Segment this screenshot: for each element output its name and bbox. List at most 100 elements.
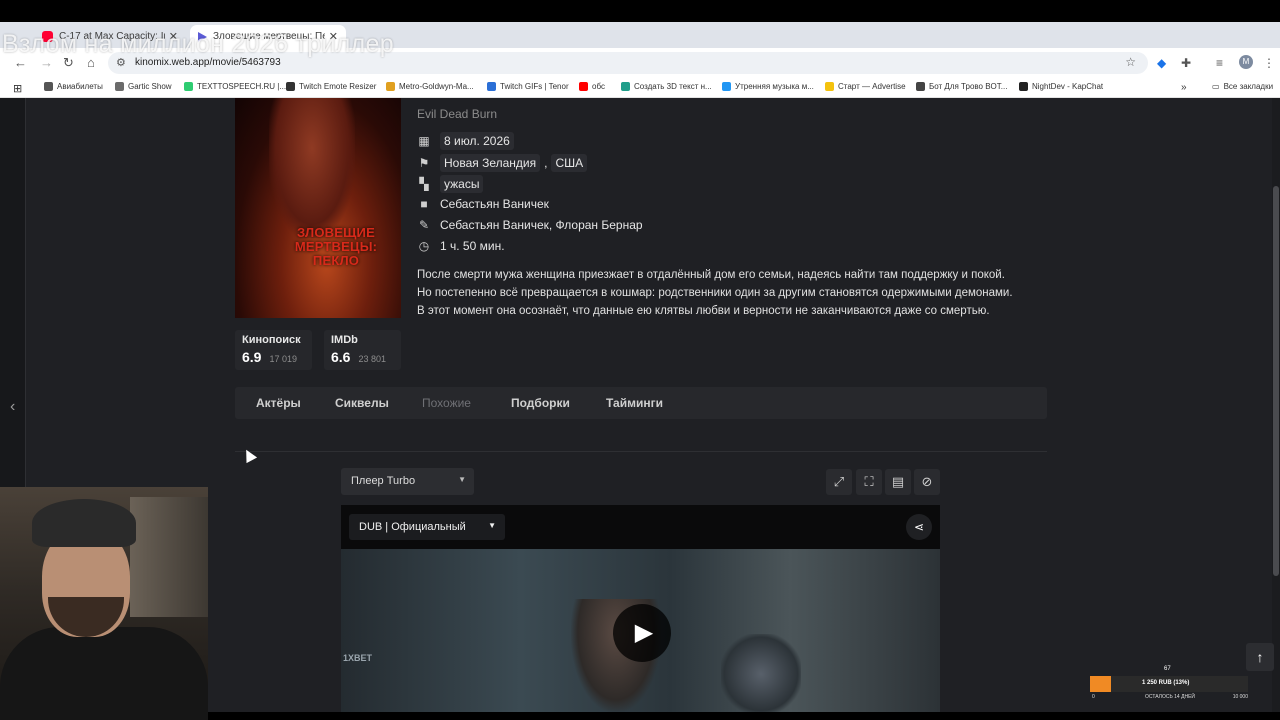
dub-select-label: DUB | Официальный bbox=[359, 521, 466, 533]
movie-poster: ЗЛОВЕЩИЕ МЕРТВЕЦЫ: ПЕКЛО bbox=[235, 98, 401, 318]
webcam-overlay bbox=[0, 487, 208, 720]
webcam-person-cap bbox=[32, 499, 136, 547]
rating-votes: 17 019 bbox=[269, 354, 297, 364]
bookmark-item[interactable]: Metro-Goldwyn-Ma... bbox=[386, 82, 474, 91]
description-line: В этот момент она осознаёт, что данные е… bbox=[417, 305, 990, 317]
duration-row: ◷ 1 ч. 50 мин. bbox=[417, 239, 505, 253]
flag-icon: ⚑ bbox=[418, 156, 430, 170]
country-row: ⚑ Новая Зеландия , США bbox=[417, 154, 588, 172]
director: Себастьян Ваничек bbox=[440, 197, 549, 211]
donation-goal-widget: 67 1 250 RUB (13%) 0 ОСТАЛОСЬ 14 ДНЕЙ 10… bbox=[1090, 666, 1248, 700]
movie-tabs: Актёры Сиквелы Похожие Подборки Тайминги bbox=[235, 387, 1047, 419]
tab-sequels[interactable]: Сиквелы bbox=[335, 396, 389, 410]
bookmark-favicon-icon bbox=[825, 82, 834, 91]
bookmark-favicon-icon bbox=[1019, 82, 1028, 91]
tab-actors[interactable]: Актёры bbox=[256, 396, 301, 410]
all-bookmarks[interactable]: ▭ Все закладки bbox=[1212, 82, 1273, 91]
clock-icon: ◷ bbox=[418, 239, 430, 253]
bookmark-favicon-icon bbox=[115, 82, 124, 91]
video-player[interactable]: DUB | Официальный ▼ ⋖ 1XBET ▶ bbox=[341, 505, 940, 712]
chevron-down-icon: ▼ bbox=[488, 521, 496, 530]
original-title: Evil Dead Burn bbox=[417, 107, 498, 121]
bookmark-item[interactable]: Старт — Advertise bbox=[825, 82, 906, 91]
bookmark-item[interactable]: TEXTTOSPEECH.RU |... bbox=[184, 82, 286, 91]
bookmark-item[interactable]: Бот Для Трово BOT... bbox=[916, 82, 1007, 91]
webcam-background bbox=[130, 497, 208, 617]
donation-max: 10 000 bbox=[1232, 694, 1248, 700]
expand-icon[interactable]: ⤢ bbox=[826, 469, 852, 495]
genre-link[interactable]: ужасы bbox=[440, 175, 484, 193]
more-bookmarks-icon[interactable]: » bbox=[1181, 82, 1187, 93]
chevron-left-icon[interactable]: ‹ bbox=[10, 398, 15, 416]
stream-overlay-title: Взлом на миллион 2026 триллер bbox=[2, 30, 394, 58]
webcam-person-body bbox=[0, 627, 208, 720]
dub-select[interactable]: DUB | Официальный ▼ bbox=[349, 514, 505, 540]
player-select-label: Плеер Turbo bbox=[351, 475, 416, 487]
tab-similar[interactable]: Похожие bbox=[422, 396, 471, 410]
bookmark-item[interactable]: Создать 3D текст н... bbox=[621, 82, 712, 91]
bookmark-item[interactable]: обс bbox=[579, 82, 605, 91]
bookmark-favicon-icon bbox=[579, 82, 588, 91]
bookmark-item[interactable]: Gartic Show bbox=[115, 82, 172, 91]
rating-imdb[interactable]: IMDb 6.6 23 801 bbox=[324, 330, 401, 370]
top-black-bar bbox=[0, 0, 1280, 22]
bookmark-item[interactable]: Авиабилеты bbox=[44, 82, 103, 91]
bookmark-favicon-icon bbox=[386, 82, 395, 91]
bookmark-favicon-icon bbox=[184, 82, 193, 91]
writers-row: ✎ Себастьян Ваничек, Флоран Бернар bbox=[417, 218, 643, 232]
rating-kinopoisk[interactable]: Кинопоиск 6.9 17 019 bbox=[235, 330, 312, 370]
rating-source: Кинопоиск bbox=[242, 334, 301, 346]
director-row: ■ Себастьян Ваничек bbox=[417, 197, 549, 211]
bookmark-item[interactable]: Twitch GIFs | Tenor bbox=[487, 82, 569, 91]
release-date-row: ▦ 8 июл. 2026 bbox=[417, 132, 514, 150]
rating-value: 6.9 bbox=[242, 349, 262, 365]
bookmark-favicon-icon bbox=[722, 82, 731, 91]
separator: , bbox=[544, 156, 548, 170]
description-line: После смерти мужа женщина приезжает в от… bbox=[417, 269, 1005, 281]
tab-timings[interactable]: Тайминги bbox=[606, 396, 663, 410]
country-link[interactable]: США bbox=[551, 154, 588, 172]
poster-title: ЗЛОВЕЩИЕ МЕРТВЕЦЫ: ПЕКЛО bbox=[294, 225, 378, 268]
link-icon[interactable]: ⊘ bbox=[914, 469, 940, 495]
scrollbar[interactable] bbox=[1272, 98, 1280, 712]
donation-min: 0 bbox=[1092, 694, 1095, 700]
scrollbar-thumb[interactable] bbox=[1273, 186, 1279, 576]
tab-collections[interactable]: Подборки bbox=[511, 396, 570, 410]
donation-days-left: ОСТАЛОСЬ 14 ДНЕЙ bbox=[1145, 694, 1195, 700]
bookmark-star-icon[interactable]: ☆ bbox=[1125, 55, 1136, 69]
bookmark-item[interactable]: NightDev - KapChat bbox=[1019, 82, 1103, 91]
bottom-black-strip bbox=[208, 712, 1280, 720]
media-control-icon[interactable]: ≡ bbox=[1216, 56, 1223, 70]
player-select[interactable]: Плеер Turbo ▼ bbox=[341, 468, 474, 495]
chevron-down-icon: ▼ bbox=[458, 475, 466, 484]
pen-icon: ✎ bbox=[418, 218, 430, 232]
menu-dots-icon[interactable]: ⋮ bbox=[1263, 56, 1275, 70]
camera-icon: ■ bbox=[420, 197, 428, 211]
bookmark-favicon-icon bbox=[286, 82, 295, 91]
bookmark-item[interactable]: Twitch Emote Resizer bbox=[286, 82, 376, 91]
bookmark-favicon-icon bbox=[916, 82, 925, 91]
comment-icon[interactable]: ▤ bbox=[885, 469, 911, 495]
share-icon[interactable]: ⋖ bbox=[906, 514, 932, 540]
grid-icon: ▚ bbox=[419, 177, 429, 191]
play-icon[interactable]: ▶ bbox=[613, 604, 671, 662]
watermark: 1XBET bbox=[343, 653, 373, 663]
bookmarks-bar: ⊞ Авиабилеты Gartic Show TEXTTOSPEECH.RU… bbox=[0, 78, 1280, 98]
writers: Себастьян Ваничек, Флоран Бернар bbox=[440, 218, 643, 232]
genre-row: ▚ ужасы bbox=[417, 175, 484, 193]
bookmark-favicon-icon bbox=[621, 82, 630, 91]
poster-creature bbox=[269, 98, 355, 238]
extension-icon[interactable]: ◆ bbox=[1157, 56, 1166, 70]
country-link[interactable]: Новая Зеландия bbox=[440, 154, 541, 172]
apps-grid-icon[interactable]: ⊞ bbox=[13, 82, 22, 95]
release-date[interactable]: 8 июл. 2026 bbox=[440, 132, 514, 150]
donation-progress-fill bbox=[1090, 676, 1111, 692]
donation-progress-bar: 1 250 RUB (13%) bbox=[1090, 676, 1248, 692]
calendar-icon: ▦ bbox=[418, 134, 430, 148]
duration: 1 ч. 50 мин. bbox=[440, 239, 505, 253]
profile-avatar[interactable]: M bbox=[1239, 55, 1253, 69]
fullscreen-icon[interactable]: ⛶ bbox=[856, 469, 882, 495]
extensions-puzzle-icon[interactable]: ✚ bbox=[1181, 56, 1191, 70]
scroll-to-top-icon[interactable]: ↑ bbox=[1246, 643, 1274, 671]
bookmark-item[interactable]: Утренняя музыка м... bbox=[722, 82, 814, 91]
